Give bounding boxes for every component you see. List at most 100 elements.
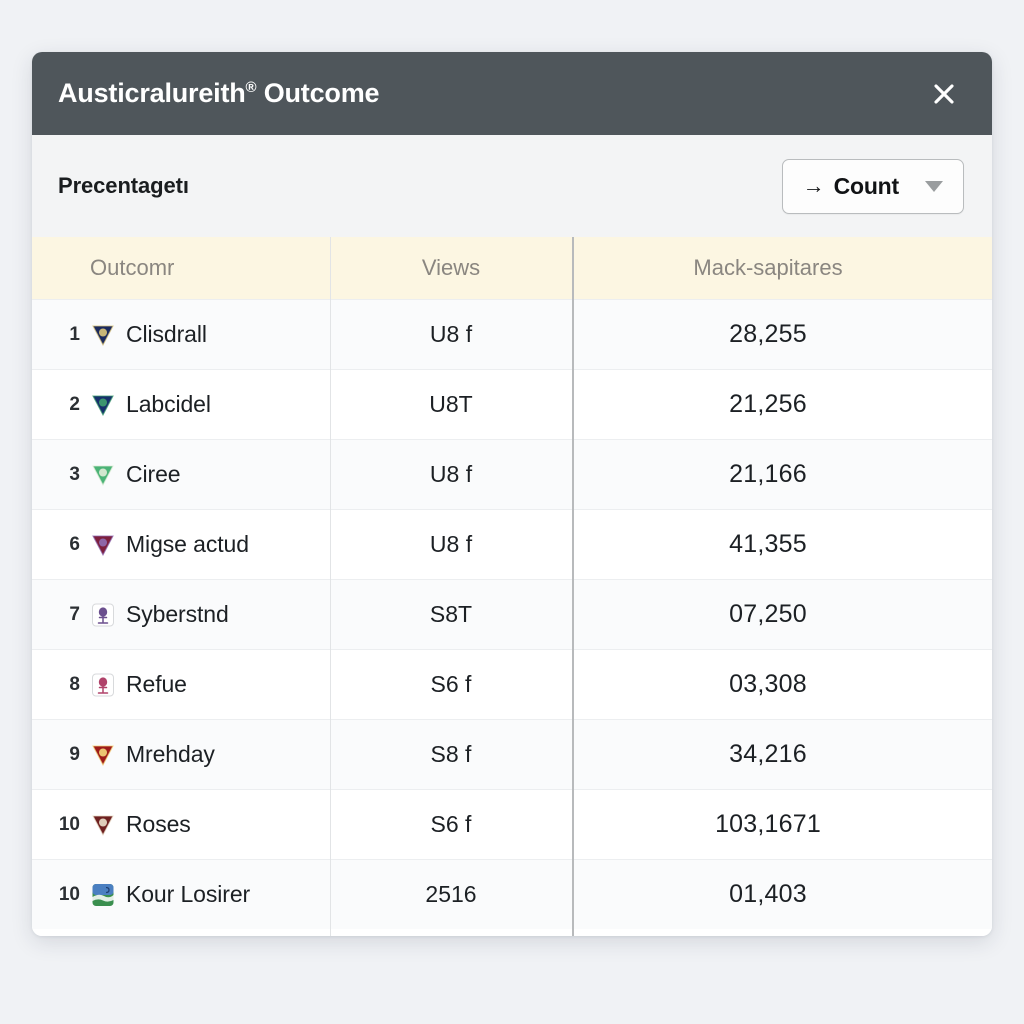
pennant-purple-icon xyxy=(90,532,116,558)
row-outcome-name: Refue xyxy=(126,671,187,697)
close-icon xyxy=(929,79,959,109)
row-views-value: S8 f xyxy=(430,741,472,767)
row-metric-value: 41,355 xyxy=(729,530,807,558)
cell-metric: 21,166 xyxy=(572,460,992,489)
count-dropdown-label: Count xyxy=(833,172,900,199)
dialog-title: Austicralureith® Outcome xyxy=(58,78,380,109)
dialog-title-registered-mark: ® xyxy=(245,79,257,96)
cell-outcome: 9 Mrehday xyxy=(32,741,330,768)
cell-outcome: 7 Syberstnd xyxy=(32,601,330,628)
cell-outcome: 2 Labcidel xyxy=(32,391,330,418)
cell-views: U8 f xyxy=(330,321,572,348)
pennant-green-icon xyxy=(90,462,116,488)
count-dropdown-content: → Count xyxy=(802,172,900,200)
cell-views: U8T xyxy=(330,391,572,418)
cell-metric: 01,403 xyxy=(572,880,992,909)
dialog-titlebar: Austicralureith® Outcome xyxy=(32,52,992,135)
count-dropdown[interactable]: → Count xyxy=(781,158,964,214)
percentage-label: Precentagetı xyxy=(58,173,189,198)
row-views-value: S6 f xyxy=(430,811,472,837)
table-header-row: Outcomr Views Mack-sapitares xyxy=(32,237,992,299)
row-metric-value: 21,256 xyxy=(729,390,807,418)
pennant-navy-icon xyxy=(90,322,116,348)
table-body: 1 Clisdrall U8 f 28,255 2 Labcidel U8T 21,256 3 C… xyxy=(32,299,992,929)
cell-metric: 07,250 xyxy=(572,600,992,629)
table-row[interactable]: 6 Migse actud U8 f 41,355 xyxy=(32,509,992,579)
row-outcome-name: Kour Losirer xyxy=(126,881,251,907)
table-row[interactable]: 10 Kour Losirer 2516 01,403 xyxy=(32,859,992,929)
row-metric-value: 03,308 xyxy=(729,670,807,698)
cell-outcome: 10 Kour Losirer xyxy=(32,881,330,908)
row-metric-value: 28,255 xyxy=(729,320,807,348)
table-row[interactable]: 7 Syberstnd S8T 07,250 xyxy=(32,579,992,649)
arrow-right-icon: → xyxy=(802,173,825,198)
crest-person-icon xyxy=(90,672,116,698)
cell-views: S8 f xyxy=(330,741,572,768)
table-row[interactable]: 8 Refue S6 f 03,308 xyxy=(32,649,992,719)
column-header-metric[interactable]: Mack-sapitares xyxy=(572,255,992,281)
cell-views: 2516 xyxy=(330,881,572,908)
row-outcome-name: Roses xyxy=(126,811,191,837)
cell-metric: 41,355 xyxy=(572,530,992,559)
cell-views: S8T xyxy=(330,601,572,628)
row-outcome-name: Mrehday xyxy=(126,741,215,767)
cell-views: S6 f xyxy=(330,671,572,698)
row-views-value: S8T xyxy=(429,601,473,627)
column-header-views[interactable]: Views xyxy=(330,255,572,281)
column-header-outcome[interactable]: Outcomr xyxy=(32,255,330,281)
pennant-red-icon xyxy=(90,742,116,768)
row-metric-value: 07,250 xyxy=(729,600,807,628)
pennant-blue-icon xyxy=(90,392,116,418)
table-row[interactable]: 2 Labcidel U8T 21,256 xyxy=(32,369,992,439)
row-views-value: U8 f xyxy=(429,321,473,347)
row-views-value: U8T xyxy=(429,391,473,417)
outcome-dialog: Austicralureith® Outcome Precentagetı → … xyxy=(32,52,992,936)
dialog-toolbar: Precentagetı → Count xyxy=(32,135,992,237)
cell-outcome: 3 Ciree xyxy=(32,461,330,488)
crest-landscape-icon xyxy=(90,882,116,908)
row-outcome-name: Ciree xyxy=(126,461,181,487)
chevron-down-icon xyxy=(925,180,943,192)
row-rank: 10 xyxy=(58,813,80,835)
table-row[interactable]: 3 Ciree U8 f 21,166 xyxy=(32,439,992,509)
row-metric-value: 103,1671 xyxy=(715,810,821,838)
row-metric-value: 34,216 xyxy=(729,740,807,768)
table-row[interactable]: 9 Mrehday S8 f 34,216 xyxy=(32,719,992,789)
cell-outcome: 8 Refue xyxy=(32,671,330,698)
row-rank: 7 xyxy=(69,603,80,625)
table-row[interactable]: 10 Roses S6 f 103,1671 xyxy=(32,789,992,859)
cell-views: U8 f xyxy=(330,531,572,558)
cell-metric: 21,256 xyxy=(572,390,992,419)
dialog-title-main: Austicralureith xyxy=(58,78,246,108)
table-row[interactable]: 1 Clisdrall U8 f 28,255 xyxy=(32,299,992,369)
dialog-title-suffix: Outcome xyxy=(256,78,380,108)
row-rank: 6 xyxy=(69,533,80,555)
cell-views: U8 f xyxy=(330,461,572,488)
screen-root: Austicralureith® Outcome Precentagetı → … xyxy=(0,0,1024,1024)
cell-views: S6 f xyxy=(330,811,572,838)
row-rank: 1 xyxy=(69,323,80,345)
cell-metric: 28,255 xyxy=(572,320,992,349)
close-button[interactable] xyxy=(922,72,966,116)
row-rank: 10 xyxy=(58,883,80,905)
row-outcome-name: Clisdrall xyxy=(126,321,207,347)
row-outcome-name: Migse actud xyxy=(126,531,249,557)
row-rank: 9 xyxy=(69,743,80,765)
cell-metric: 03,308 xyxy=(572,670,992,699)
cell-outcome: 6 Migse actud xyxy=(32,531,330,558)
cell-metric: 34,216 xyxy=(572,740,992,769)
row-views-value: U8 f xyxy=(429,531,473,557)
row-rank: 3 xyxy=(69,463,80,485)
row-outcome-name: Syberstnd xyxy=(126,601,229,627)
crest-figure-icon xyxy=(90,602,116,628)
outcome-table: Outcomr Views Mack-sapitares 1 Clisdrall U… xyxy=(32,237,992,936)
row-views-value: U8 f xyxy=(429,461,473,487)
row-views-value: 2516 xyxy=(425,881,477,907)
row-metric-value: 21,166 xyxy=(729,460,807,488)
cell-outcome: 10 Roses xyxy=(32,811,330,838)
pennant-maroon-icon xyxy=(90,812,116,838)
row-rank: 8 xyxy=(69,673,80,695)
cell-metric: 103,1671 xyxy=(572,810,992,839)
row-outcome-name: Labcidel xyxy=(126,391,211,417)
cell-outcome: 1 Clisdrall xyxy=(32,321,330,348)
